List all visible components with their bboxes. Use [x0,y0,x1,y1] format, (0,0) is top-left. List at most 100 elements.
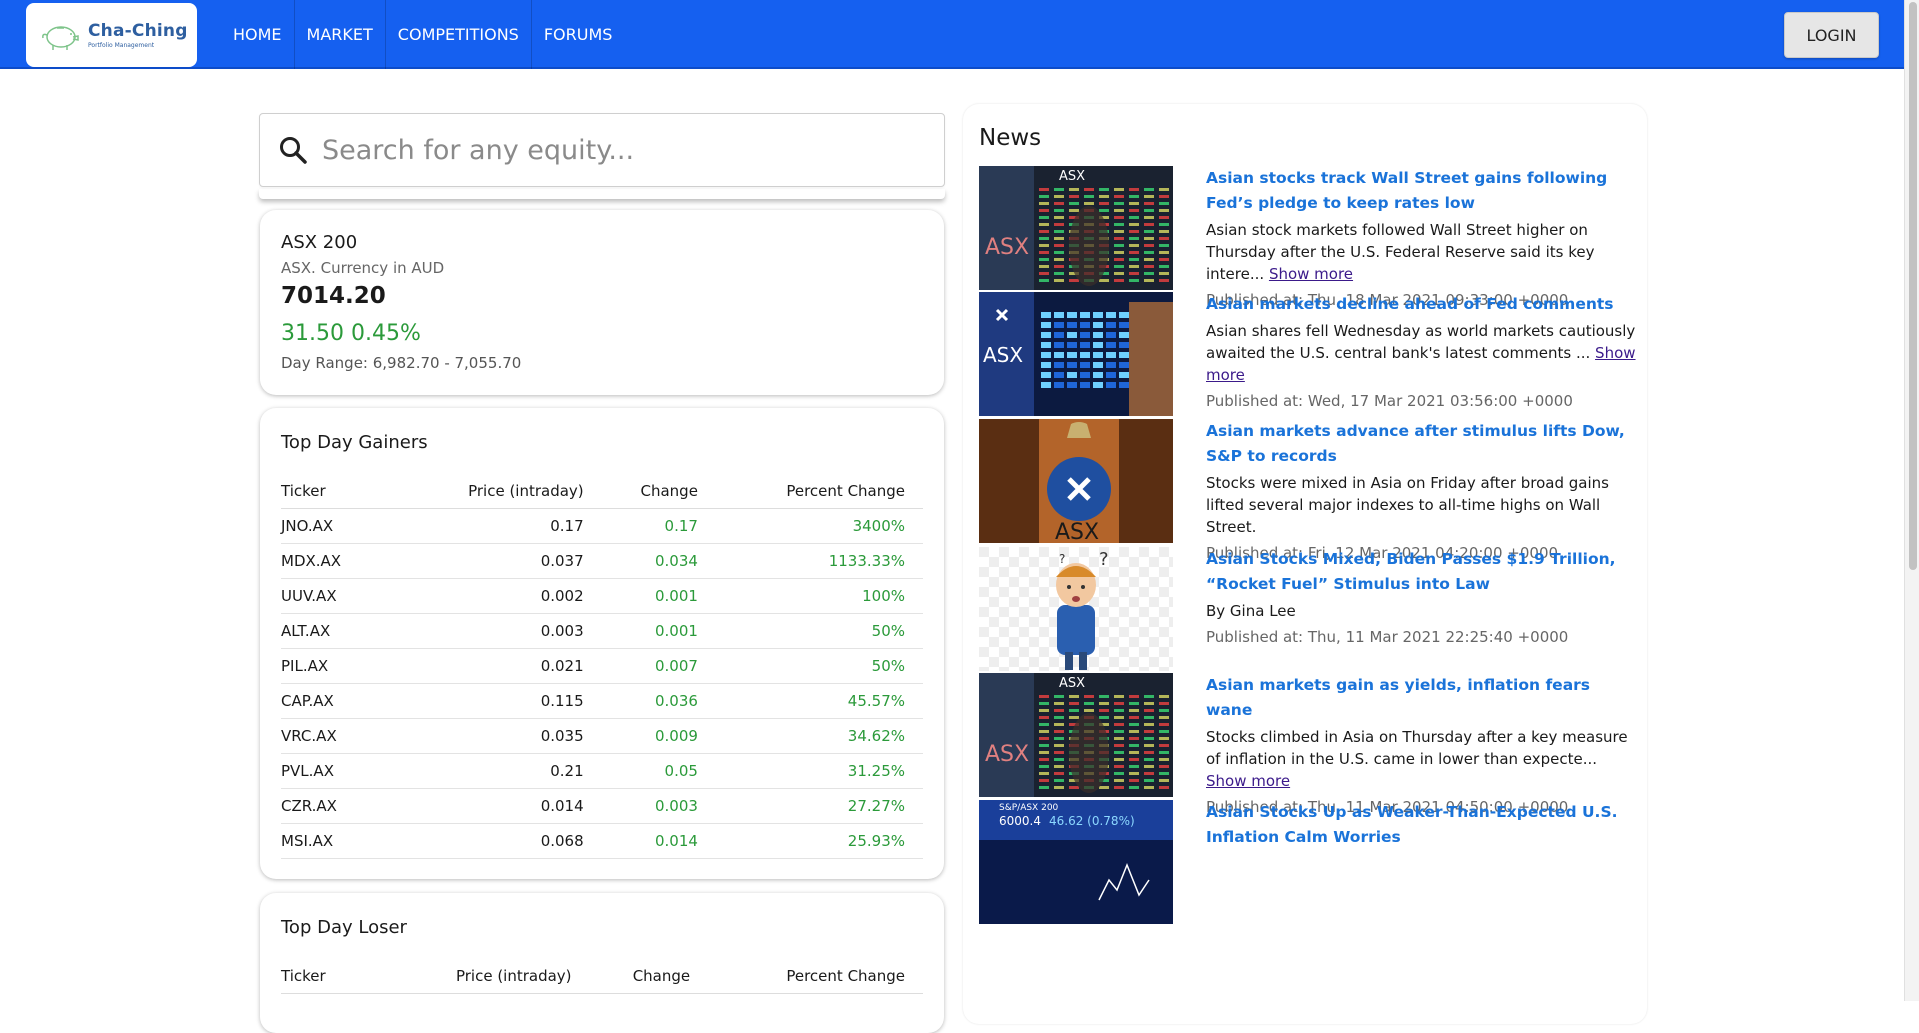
percent-change-cell: 45.57% [715,683,923,719]
table-row[interactable]: VRC.AX 0.035 0.009 34.62% [281,718,923,754]
login-button[interactable]: LOGIN [1784,12,1879,58]
table-row[interactable]: PIL.AX 0.021 0.007 50% [281,648,923,684]
index-summary-card: ASX 200 ASX. Currency in AUD 7014.20 31.… [260,210,944,395]
nav-market[interactable]: MARKET [295,0,386,69]
price-cell: 0.068 [399,823,602,859]
svg-text:ASX: ASX [1059,169,1085,184]
table-row[interactable]: JNO.AX 0.17 0.17 3400% [281,508,923,544]
ticker-cell: PIL.AX [281,648,400,684]
price-cell: 0.115 [399,683,602,719]
column-header-percent-change: Percent Change [715,477,923,509]
index-subtitle: ASX. Currency in AUD [281,259,445,277]
show-more-link[interactable]: Show more [1206,772,1290,790]
price-cell: 0.17 [399,508,602,544]
price-cell: 0.003 [399,613,602,649]
change-cell: 0.014 [601,823,716,859]
column-header-ticker: Ticker [281,477,400,509]
percent-change-cell: 25.93% [715,823,923,859]
ticker-cell: VRC.AX [281,718,400,754]
index-name: ASX 200 [281,232,358,253]
table-row[interactable]: MDX.AX 0.037 0.034 1133.33% [281,543,923,579]
news-description-text: Asian shares fell Wednesday as world mar… [1206,322,1636,362]
news-title: News [979,125,1042,151]
top-gainers-card: Top Day Gainers Ticker Price (intraday) … [260,408,944,879]
price-cell: 0.035 [399,718,602,754]
news-headline-link[interactable]: Asian stocks track Wall Street gains fol… [1206,166,1636,216]
news-text: Asian Stocks Up as Weaker-Than-Expected … [1206,800,1636,850]
search-icon [280,137,307,164]
table-row[interactable]: CAP.AX 0.115 0.036 45.57% [281,683,923,719]
price-cell: 0.014 [399,788,602,824]
svg-text:ASX: ASX [983,343,1023,367]
index-change: 31.50 0.45% [281,321,421,346]
top-losers-card: Top Day Loser Ticker Price (intraday) Ch… [260,893,944,1033]
ticker-cell: JNO.AX [281,508,400,544]
losers-title: Top Day Loser [281,917,407,938]
percent-change-cell: 34.62% [715,718,923,754]
ticker-cell: CAP.AX [281,683,400,719]
news-headline-link[interactable]: Asian Stocks Mixed, Biden Passes $1.9 Tr… [1206,547,1636,597]
svg-text:6000.4: 6000.4 [999,814,1041,828]
page-scrollbar[interactable] [1904,0,1919,1001]
search-dropdown-edge [259,189,945,199]
ticker-cell: PVL.AX [281,753,400,789]
news-published-date: Published at: Wed, 17 Mar 2021 03:56:00 … [1206,392,1573,410]
percent-change-cell: 31.25% [715,753,923,789]
index-price: 7014.20 [281,283,386,309]
table-row[interactable]: MSI.AX 0.068 0.014 25.93% [281,823,923,859]
gainers-table: Ticker Price (intraday) Change Percent C… [281,477,923,859]
logo-title: Cha-Ching [88,21,188,41]
search-bar[interactable] [259,113,945,187]
price-cell: 0.21 [399,753,602,789]
search-input[interactable] [322,134,922,166]
ticker-cell: UUV.AX [281,578,400,614]
news-thumbnail[interactable]: ASX ASX [979,673,1173,797]
news-panel: News ASX ASX Asian stocks track Wall Str… [963,104,1647,1024]
news-thumbnail[interactable]: ASX [979,292,1173,416]
news-thumbnail[interactable]: ASX ASX [979,166,1173,290]
show-more-link[interactable]: Show more [1269,265,1353,283]
price-cell: 0.002 [399,578,602,614]
scrollbar-thumb[interactable] [1909,2,1917,570]
table-row[interactable]: PVL.AX 0.21 0.05 31.25% [281,753,923,789]
nav-competitions[interactable]: COMPETITIONS [386,0,532,69]
price-cell: 0.037 [399,543,602,579]
news-thumbnail[interactable]: ? ? [979,547,1173,671]
news-headline-link[interactable]: Asian markets decline ahead of Fed comme… [1206,292,1636,317]
app-logo[interactable]: Cha-Ching Portfolio Management [26,3,197,67]
svg-text:ASX: ASX [1055,520,1099,543]
column-header-change: Change [601,477,716,509]
percent-change-cell: 3400% [715,508,923,544]
news-thumbnail[interactable]: S&P/ASX 200 6000.4 46.62 (0.78%) [979,800,1173,924]
ticker-cell: MDX.AX [281,543,400,579]
news-description-text: By Gina Lee [1206,602,1296,620]
change-cell: 0.003 [601,788,716,824]
change-cell: 0.007 [601,648,716,684]
table-row[interactable]: ALT.AX 0.003 0.001 50% [281,613,923,649]
table-row[interactable]: UUV.AX 0.002 0.001 100% [281,578,923,614]
column-header-ticker: Ticker [281,962,380,994]
svg-text:ASX: ASX [1059,676,1085,691]
nav-forums[interactable]: FORUMS [532,0,625,69]
news-description: By Gina Lee [1206,600,1636,622]
change-cell: 0.001 [601,578,716,614]
news-headline-link[interactable]: Asian Stocks Up as Weaker-Than-Expected … [1206,800,1636,850]
column-header-percent-change: Percent Change [708,962,923,994]
change-cell: 0.009 [601,718,716,754]
svg-text:?: ? [1059,552,1065,566]
news-text: Asian markets advance after stimulus lif… [1206,419,1636,562]
percent-change-cell: 50% [715,648,923,684]
news-text: Asian stocks track Wall Street gains fol… [1206,166,1636,309]
news-description: Stocks were mixed in Asia on Friday afte… [1206,472,1636,538]
column-header-price: Price (intraday) [379,962,590,994]
news-headline-link[interactable]: Asian markets gain as yields, inflation … [1206,673,1636,723]
change-cell: 0.034 [601,543,716,579]
news-headline-link[interactable]: Asian markets advance after stimulus lif… [1206,419,1636,469]
news-description: Asian shares fell Wednesday as world mar… [1206,320,1636,386]
table-row[interactable]: CZR.AX 0.014 0.003 27.27% [281,788,923,824]
news-thumbnail[interactable]: ASX [979,419,1173,543]
gainers-title: Top Day Gainers [281,432,428,453]
change-cell: 0.036 [601,683,716,719]
percent-change-cell: 1133.33% [715,543,923,579]
nav-home[interactable]: HOME [221,0,295,69]
